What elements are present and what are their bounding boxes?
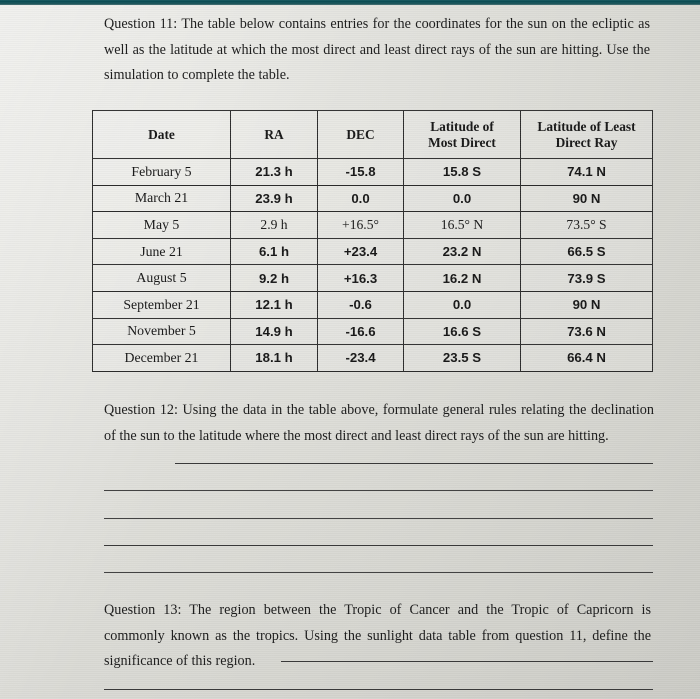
cell-date: February 5 bbox=[92, 158, 231, 186]
cell-dec: 0.0 bbox=[317, 184, 404, 213]
sun-coordinates-table: Date RA DEC Latitude of Most Direct Lati… bbox=[92, 110, 653, 372]
cell-date: May 5 bbox=[92, 211, 231, 239]
q12-answer-line-4[interactable] bbox=[104, 545, 653, 546]
cell-most-direct: 23.5 S bbox=[403, 344, 521, 372]
column-header-most-direct-line1: Latitude of bbox=[430, 118, 494, 134]
cell-dec: +16.3 bbox=[317, 264, 404, 292]
column-header-date-line1: Date bbox=[148, 126, 175, 142]
cell-dec: -15.8 bbox=[317, 158, 404, 186]
q12-answer-line-2[interactable] bbox=[104, 490, 653, 491]
worksheet-content: Question 11: The table below contains en… bbox=[0, 0, 700, 699]
cell-date: November 5 bbox=[92, 317, 231, 346]
cell-ra: 9.2 h bbox=[230, 264, 318, 292]
table-body: February 5 21.3 h -15.8 15.8 S 74.1 N March 2… bbox=[92, 158, 653, 372]
cell-most-direct: 15.8 S bbox=[403, 158, 521, 186]
table-header: Date RA DEC Latitude of Most Direct Lati… bbox=[92, 110, 653, 159]
cell-dec: +23.4 bbox=[317, 237, 404, 266]
cell-most-direct: 23.2 N bbox=[403, 237, 521, 266]
column-header-latitude-least-direct: Latitude of Least Direct Ray bbox=[520, 110, 653, 159]
cell-ra: 23.9 h bbox=[230, 184, 318, 213]
cell-date: March 21 bbox=[92, 184, 231, 213]
table-row: March 21 23.9 h 0.0 0.0 90 N bbox=[92, 184, 653, 213]
column-header-most-direct-line2: Most Direct bbox=[428, 134, 496, 150]
column-header-date: Date bbox=[92, 110, 231, 159]
cell-least-direct: 90 N bbox=[520, 184, 653, 213]
cell-ra: 21.3 h bbox=[230, 158, 318, 186]
q13-answer-line-2[interactable] bbox=[104, 689, 653, 690]
cell-dec: -16.6 bbox=[317, 317, 404, 346]
cell-most-direct: 0.0 bbox=[403, 290, 521, 319]
question-12-text: Question 12: Using the data in the table… bbox=[104, 402, 654, 444]
column-header-least-direct-line2: Direct Ray bbox=[555, 134, 618, 150]
table-row: December 21 18.1 h -23.4 23.5 S 66.4 N bbox=[92, 344, 653, 372]
question-13-text: Question 13: The region between the Trop… bbox=[104, 602, 651, 669]
question-11-text: Question 11: The table below contains en… bbox=[104, 16, 650, 83]
q12-answer-line-3[interactable] bbox=[104, 518, 653, 519]
table-row: May 5 2.9 h +16.5° 16.5° N 73.5° S bbox=[92, 211, 653, 239]
cell-most-direct: 16.5° N bbox=[403, 211, 521, 239]
cell-ra: 18.1 h bbox=[230, 344, 318, 372]
cell-most-direct: 16.6 S bbox=[403, 317, 521, 346]
table-row: November 5 14.9 h -16.6 16.6 S 73.6 N bbox=[92, 317, 653, 346]
table-row: September 21 12.1 h -0.6 0.0 90 N bbox=[92, 290, 653, 319]
cell-date: August 5 bbox=[92, 264, 231, 292]
column-header-latitude-most-direct: Latitude of Most Direct bbox=[403, 110, 521, 159]
q12-answer-line-5[interactable] bbox=[104, 572, 653, 573]
column-header-dec-line1: DEC bbox=[346, 126, 375, 142]
cell-least-direct: 90 N bbox=[520, 290, 653, 319]
column-header-ra: RA bbox=[230, 110, 318, 159]
cell-dec: +16.5° bbox=[317, 211, 404, 239]
column-header-least-direct-line1: Latitude of Least bbox=[537, 118, 636, 134]
q13-answer-line-1[interactable] bbox=[281, 661, 653, 662]
cell-date: June 21 bbox=[92, 237, 231, 266]
cell-ra: 2.9 h bbox=[230, 211, 318, 239]
cell-date: September 21 bbox=[92, 290, 231, 319]
table-row: February 5 21.3 h -15.8 15.8 S 74.1 N bbox=[92, 158, 653, 186]
column-header-dec: DEC bbox=[317, 110, 404, 159]
document-page: Question 11: The table below contains en… bbox=[0, 0, 700, 699]
cell-least-direct: 66.5 S bbox=[520, 237, 653, 266]
table-row: August 5 9.2 h +16.3 16.2 N 73.9 S bbox=[92, 264, 653, 292]
cell-least-direct: 73.9 S bbox=[520, 264, 653, 292]
cell-dec: -23.4 bbox=[317, 344, 404, 372]
table-header-row: Date RA DEC Latitude of Most Direct Lati… bbox=[92, 110, 653, 159]
cell-least-direct: 73.6 N bbox=[520, 317, 653, 346]
cell-ra: 6.1 h bbox=[230, 237, 318, 266]
column-header-ra-line1: RA bbox=[264, 126, 284, 142]
cell-least-direct: 73.5° S bbox=[520, 211, 653, 239]
cell-dec: -0.6 bbox=[317, 290, 404, 319]
cell-date: December 21 bbox=[92, 344, 231, 372]
cell-most-direct: 0.0 bbox=[403, 184, 521, 213]
q12-answer-line-1[interactable] bbox=[175, 463, 653, 464]
cell-least-direct: 66.4 N bbox=[520, 344, 653, 372]
table-row: June 21 6.1 h +23.4 23.2 N 66.5 S bbox=[92, 237, 653, 266]
cell-most-direct: 16.2 N bbox=[403, 264, 521, 292]
cell-least-direct: 74.1 N bbox=[520, 158, 653, 186]
cell-ra: 12.1 h bbox=[230, 290, 318, 319]
cell-ra: 14.9 h bbox=[230, 317, 318, 346]
